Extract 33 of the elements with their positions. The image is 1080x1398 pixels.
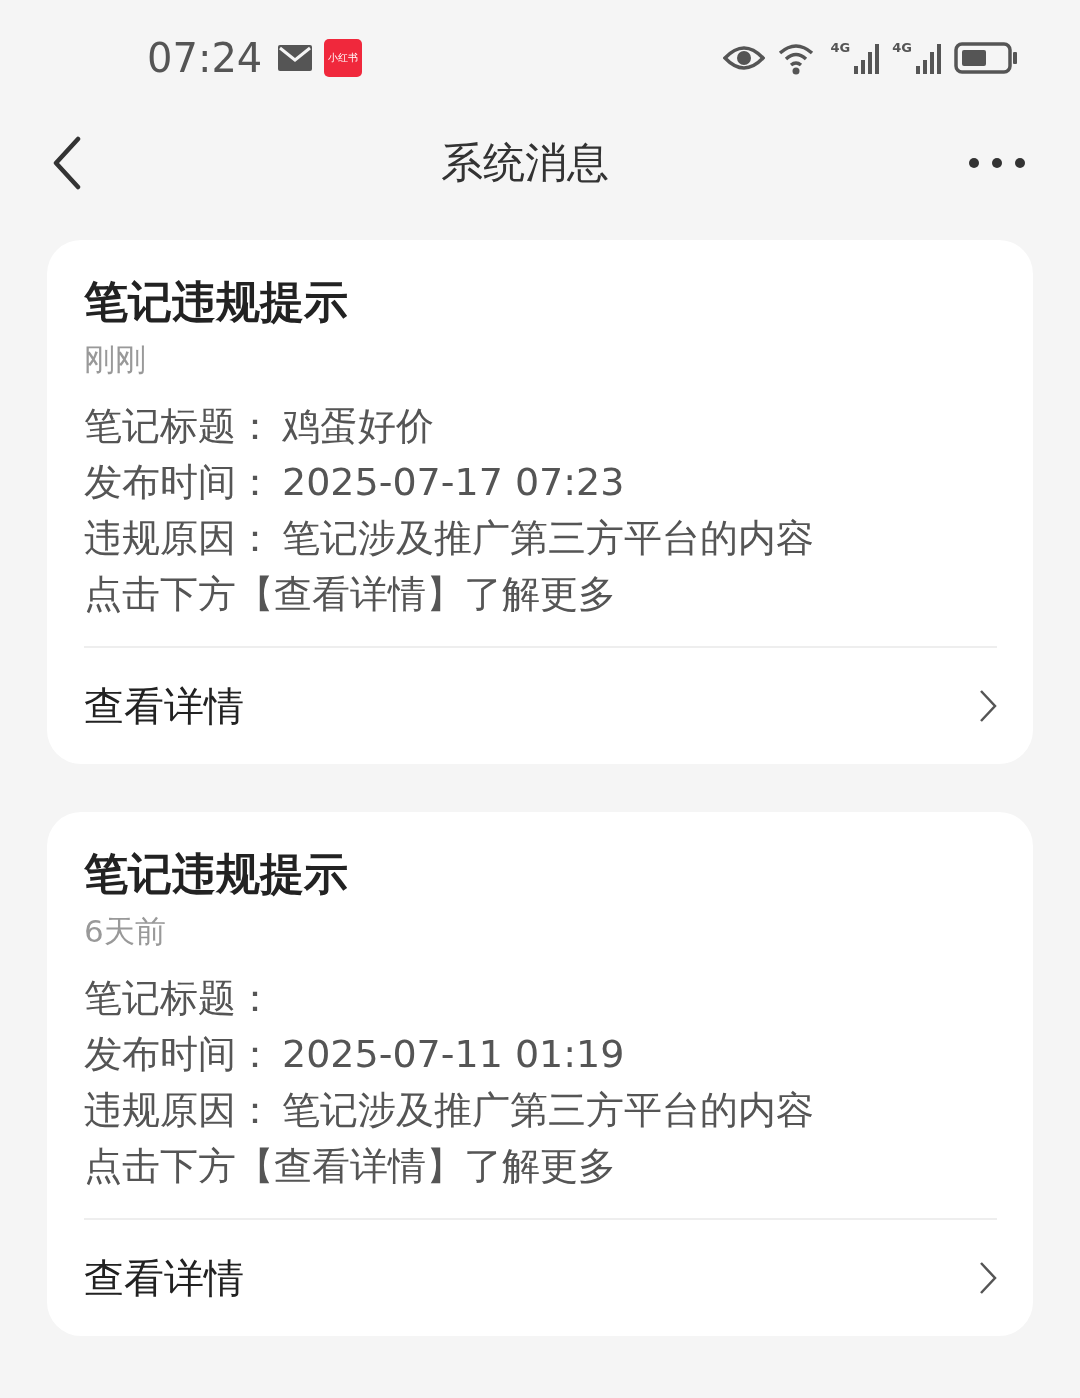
page-title: 系统消息 [441,136,609,189]
network-type: 4G [892,40,912,55]
status-time: 07:24 [147,34,263,81]
field-label: 发布时间： [84,1031,274,1078]
field-label: 笔记标题： [84,403,274,450]
field-label: 笔记标题： [84,975,274,1022]
message-title: 笔记违规提示 [84,275,349,329]
signal-icon [916,41,942,74]
field-value: 鸡蛋好价 [282,403,434,450]
app-badge: 小红书 [324,38,363,77]
message-time: 6天前 [84,912,167,951]
field-label: 违规原因： [84,1087,274,1134]
mail-icon [278,44,313,71]
chevron-icon [979,689,997,723]
field-label: 发布时间： [84,459,274,506]
field-value: 2025-07-11 01:19 [282,1031,625,1078]
field-value: 笔记涉及推广第三方平台的内容 [282,1087,814,1134]
eye-icon [722,43,765,72]
message-time: 刚刚 [84,340,147,379]
hint-text: 点击下方【查看详情】了解更多 [84,571,616,618]
field-value: 2025-07-17 07:23 [282,459,625,506]
message-title: 笔记违规提示 [84,847,349,901]
hint-text: 点击下方【查看详情】了解更多 [84,1143,616,1190]
network-type: 4G [830,40,851,55]
more-icon[interactable] [968,156,1026,169]
back-icon[interactable] [52,135,82,190]
field-value: 笔记涉及推广第三方平台的内容 [282,515,814,562]
view-details-link[interactable]: 查看详情 [84,1220,997,1336]
chevron-icon [979,1261,997,1295]
signal-icon [854,41,881,74]
field-label: 违规原因： [84,515,274,562]
view-details-link[interactable]: 查看详情 [84,648,997,764]
battery-icon [954,41,1018,74]
